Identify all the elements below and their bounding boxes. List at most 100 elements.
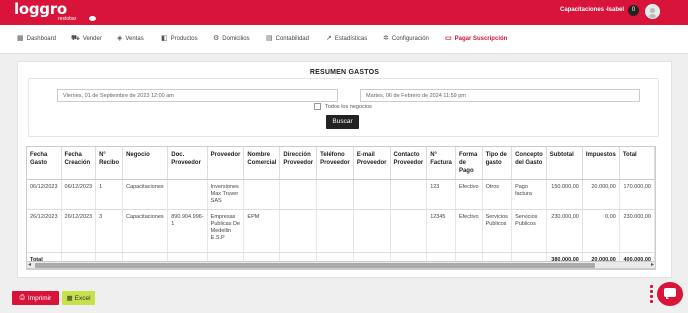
cell: 890.904.996-1 bbox=[167, 209, 208, 253]
chat-handle-icon[interactable] bbox=[648, 285, 654, 303]
nav-label: Dashboard bbox=[26, 36, 56, 42]
nav-domicilios[interactable]: ⚙ Domicilios bbox=[213, 35, 250, 42]
logo[interactable]: loggro bbox=[14, 2, 67, 17]
cell: 06/12/2023 bbox=[27, 179, 62, 210]
nav-ventas[interactable]: ◈ Ventas bbox=[117, 35, 144, 42]
col-header: Concepto del Gasto bbox=[511, 147, 547, 180]
cell: 150.000,00 bbox=[546, 179, 583, 210]
excel-label: Excel bbox=[74, 294, 91, 302]
nav-label: Estadísticas bbox=[334, 36, 368, 42]
cell: Capacitaciones bbox=[122, 209, 169, 253]
cell: Servicios Publicos bbox=[511, 209, 547, 253]
table-row: 06/12/2023 06/12/2023 1 Capacitaciones I… bbox=[27, 179, 655, 210]
print-label: Imprimir bbox=[27, 294, 52, 302]
top-bar: loggro restobar Capacitaciones - Isabel … bbox=[0, 0, 688, 25]
date-from-input[interactable]: Viernes, 01 de Septiembre de 2023 12:00 … bbox=[57, 89, 338, 102]
horizontal-scrollbar[interactable]: ◂ ▸ bbox=[26, 261, 656, 269]
cell: Pago factura bbox=[511, 179, 547, 210]
card-icon: ▭ bbox=[445, 35, 452, 42]
cell: 123 bbox=[426, 179, 456, 210]
cell: Inversiones Max Truver SAS bbox=[207, 179, 245, 210]
cell: 26/12/2023 bbox=[61, 209, 97, 253]
all-businesses-checkbox[interactable] bbox=[314, 103, 321, 110]
col-header: E-mail Proveedor bbox=[353, 147, 391, 180]
cell bbox=[279, 179, 318, 210]
col-header: N° Factura bbox=[426, 147, 456, 180]
col-header: Total bbox=[619, 147, 655, 180]
nav-vender[interactable]: ⛟ Vender bbox=[71, 35, 102, 42]
dashboard-icon: ▦ bbox=[17, 35, 24, 42]
nav-dashboard[interactable]: ▦ Dashboard bbox=[17, 35, 56, 42]
chart-line-icon: ↗ bbox=[326, 35, 332, 42]
nav-label: Ventas bbox=[125, 36, 144, 42]
cell bbox=[353, 179, 391, 210]
col-header: Teléfono Proveedor bbox=[316, 147, 354, 180]
col-header: Proveedor bbox=[207, 147, 245, 180]
motorbike-icon: ⚙ bbox=[213, 35, 220, 42]
nav-label: Domicilios bbox=[222, 36, 250, 42]
main-nav: ▦ Dashboard ⛟ Vender ◈ Ventas ◧ Productos ⚙ D… bbox=[0, 25, 688, 54]
col-header: Doc. Proveedor bbox=[167, 147, 208, 180]
table-row: 26/12/2023 26/12/2023 3 Capacitaciones 8… bbox=[27, 209, 655, 253]
cell bbox=[390, 179, 428, 210]
cell: 0,00 bbox=[582, 209, 620, 253]
print-button[interactable]: ⎙ Imprimir bbox=[12, 291, 59, 305]
ledger-icon: ▤ bbox=[266, 35, 273, 42]
col-header: N° Recibo bbox=[95, 147, 124, 180]
cell bbox=[353, 209, 391, 253]
cell: Otros bbox=[482, 179, 513, 210]
nav-productos[interactable]: ◧ Productos bbox=[161, 35, 198, 42]
scroll-right-icon[interactable]: ▸ bbox=[651, 261, 654, 268]
nav-label: Vender bbox=[82, 36, 102, 42]
date-to-input[interactable]: Martes, 06 de Febrero de 2024 11:59 pm bbox=[360, 89, 640, 102]
cell: 12345 bbox=[426, 209, 456, 253]
cell: Efectivo bbox=[455, 179, 483, 210]
report-panel: RESUMEN GASTOS Viernes, 01 de Septiembre… bbox=[17, 61, 672, 278]
avatar[interactable] bbox=[645, 4, 660, 19]
excel-button[interactable]: ▦ Excel bbox=[62, 291, 95, 305]
all-businesses-label: Todos los negocios bbox=[325, 103, 372, 110]
business-menu[interactable]: Capacitaciones - bbox=[560, 7, 608, 13]
nav-label: Pagar Suscripción bbox=[454, 36, 508, 42]
search-button[interactable]: Buscar bbox=[326, 115, 359, 129]
cell: Capacitaciones bbox=[122, 179, 169, 210]
col-header: Fecha Creación bbox=[61, 147, 97, 180]
nav-pagar-suscripcion[interactable]: ▭ Pagar Suscripción bbox=[445, 35, 508, 42]
user-name[interactable]: Isabel bbox=[607, 7, 624, 13]
cell: Empresas Publicas De Medellin E.S.P bbox=[207, 209, 245, 253]
nav-contabilidad[interactable]: ▤ Contabilidad bbox=[266, 35, 309, 42]
table-header-row: Fecha Gasto Fecha Creación N° Recibo Neg… bbox=[27, 147, 655, 180]
all-businesses-row[interactable]: Todos los negocios bbox=[314, 103, 372, 110]
nav-label: Productos bbox=[170, 36, 198, 42]
cell: Efectivo bbox=[455, 209, 483, 253]
notification-badge[interactable]: 0 bbox=[628, 5, 639, 16]
page-title: RESUMEN GASTOS bbox=[309, 69, 380, 76]
cell: 1 bbox=[95, 179, 124, 210]
col-header: Negocio bbox=[122, 147, 169, 180]
nav-label: Contabilidad bbox=[275, 36, 309, 42]
scrollbar-thumb[interactable] bbox=[35, 263, 595, 268]
col-header: Dirección Proveedor bbox=[279, 147, 318, 180]
cell: 230.000,00 bbox=[546, 209, 583, 253]
nav-label: Configuración bbox=[391, 36, 429, 42]
cell bbox=[167, 179, 208, 210]
cart-icon: ⛟ bbox=[71, 35, 80, 42]
scroll-left-icon[interactable]: ◂ bbox=[28, 261, 31, 268]
logo-tagline: restobar bbox=[58, 16, 77, 22]
printer-icon: ⎙ bbox=[19, 294, 25, 301]
tag-icon: ◈ bbox=[117, 35, 123, 42]
cube-icon: ◧ bbox=[161, 35, 168, 42]
col-header: Contacto Proveedor bbox=[390, 147, 428, 180]
col-header: Tipo de gasto bbox=[482, 147, 513, 180]
cell bbox=[390, 209, 428, 253]
chat-icon[interactable] bbox=[657, 282, 683, 306]
filter-box: Viernes, 01 de Septiembre de 2023 12:00 … bbox=[28, 78, 659, 137]
col-header: Subtotal bbox=[546, 147, 583, 180]
cell: 3 bbox=[95, 209, 124, 253]
col-header: Fecha Gasto bbox=[27, 147, 62, 180]
col-header: Impuestos bbox=[582, 147, 620, 180]
nav-configuracion[interactable]: ✲ Configuración bbox=[383, 35, 429, 42]
nav-estadisticas[interactable]: ↗ Estadísticas bbox=[326, 35, 368, 42]
cell: EPM bbox=[243, 209, 281, 253]
cell: 230.000,00 bbox=[619, 209, 655, 253]
